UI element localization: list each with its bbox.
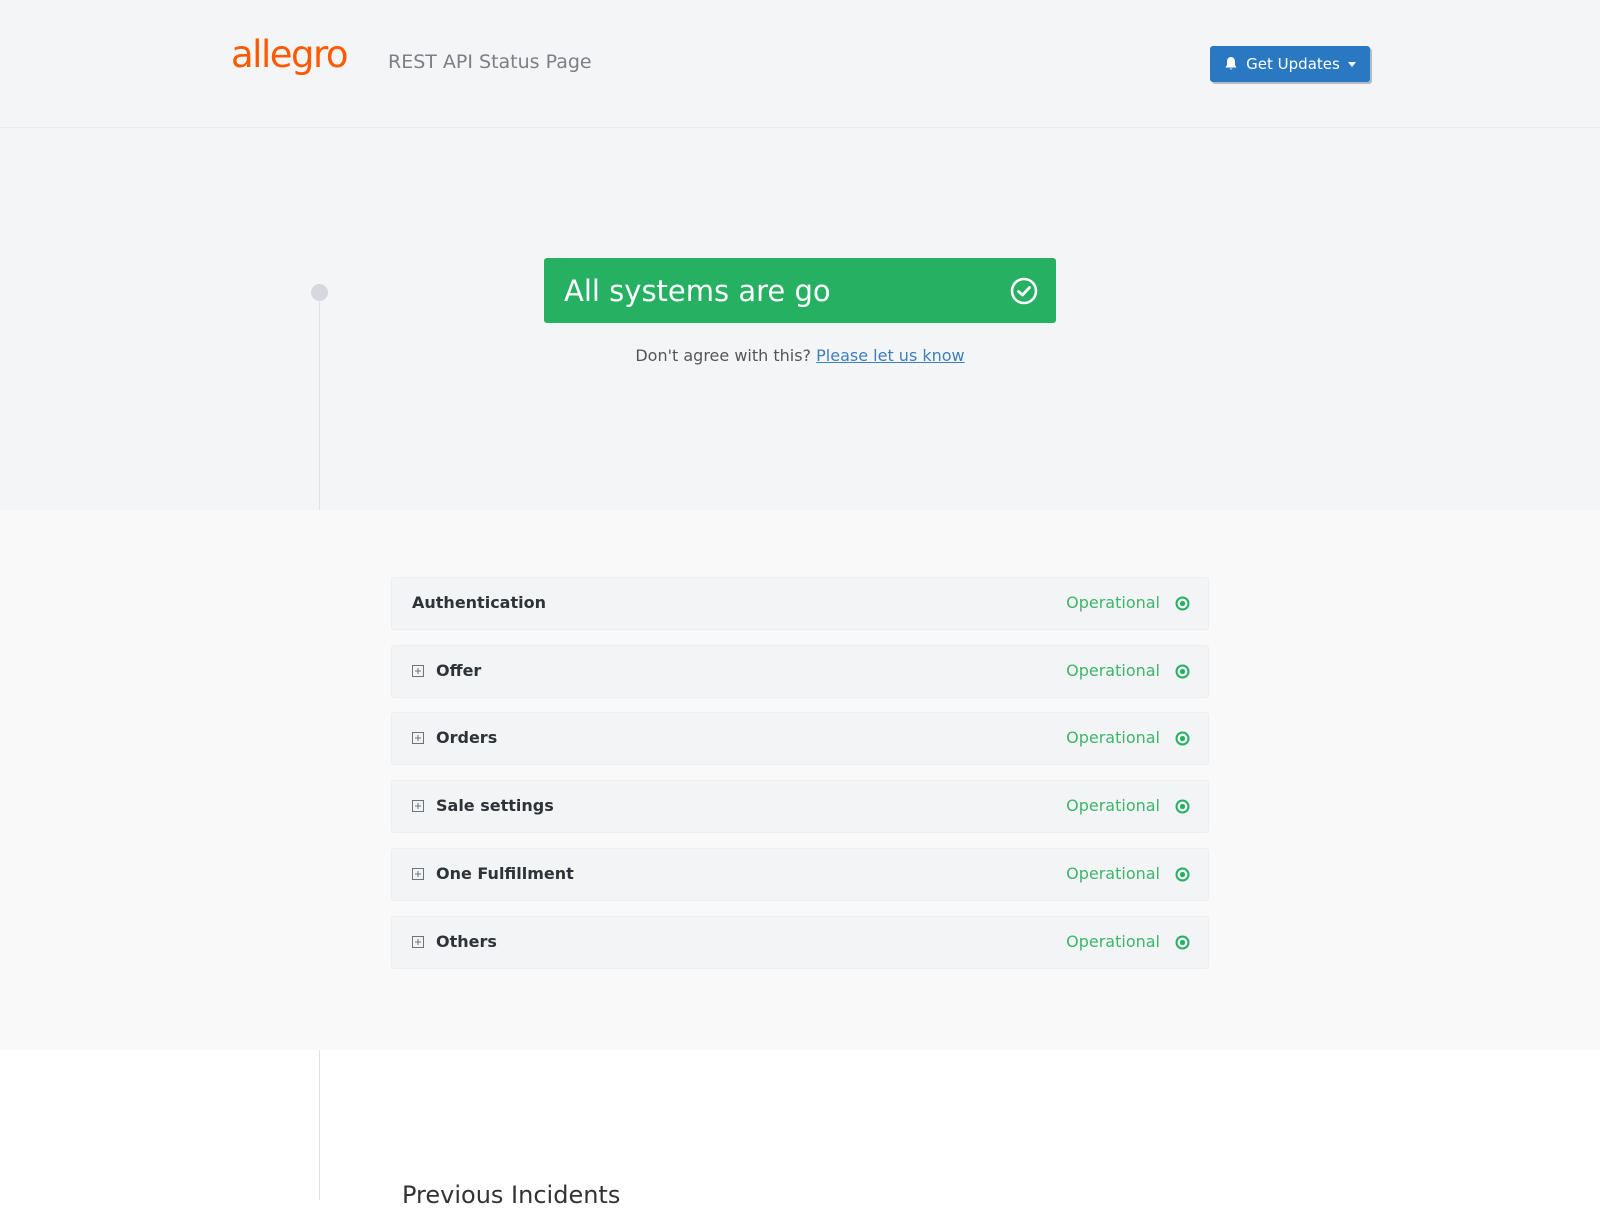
overall-status-text: All systems are go (564, 273, 831, 308)
component-name: One Fulfillment (436, 864, 574, 883)
component-name: Sale settings (436, 796, 554, 815)
expand-icon[interactable] (412, 665, 424, 677)
expand-icon[interactable] (412, 868, 424, 880)
component-row-one-fulfillment[interactable]: One Fulfillment Operational (391, 848, 1209, 901)
operational-status-icon (1175, 867, 1190, 882)
operational-status-icon (1175, 935, 1190, 950)
page-title: REST API Status Page (388, 51, 592, 73)
check-circle-icon (1010, 277, 1038, 305)
disagree-line: Don't agree with this? Please let us kno… (0, 346, 1600, 365)
component-row-orders[interactable]: Orders Operational (391, 712, 1209, 765)
expand-icon[interactable] (412, 800, 424, 812)
caret-down-icon (1347, 61, 1356, 67)
overall-status-banner: All systems are go (544, 258, 1056, 323)
header: allegro REST API Status Page Get Updates (0, 0, 1600, 128)
operational-status-icon (1175, 731, 1190, 746)
component-status: Operational (1066, 796, 1160, 815)
component-row-sale-settings[interactable]: Sale settings Operational (391, 780, 1209, 833)
component-status: Operational (1066, 932, 1160, 951)
operational-status-icon (1175, 799, 1190, 814)
get-updates-button[interactable]: Get Updates (1210, 46, 1370, 82)
component-name: Offer (436, 661, 482, 680)
component-name: Authentication (412, 593, 546, 612)
bell-icon (1225, 57, 1237, 70)
component-status: Operational (1066, 593, 1160, 612)
component-name: Others (436, 932, 497, 951)
component-row-others[interactable]: Others Operational (391, 916, 1209, 969)
disagree-text: Don't agree with this? (635, 346, 812, 365)
component-status: Operational (1066, 661, 1160, 680)
component-row-authentication: Authentication Operational (391, 577, 1209, 630)
expand-icon[interactable] (412, 732, 424, 744)
component-status: Operational (1066, 864, 1160, 883)
component-status: Operational (1066, 728, 1160, 747)
expand-icon[interactable] (412, 936, 424, 948)
component-row-offer[interactable]: Offer Operational (391, 645, 1209, 698)
component-name: Orders (436, 728, 498, 747)
operational-status-icon (1175, 664, 1190, 679)
operational-status-icon (1175, 596, 1190, 611)
get-updates-label: Get Updates (1246, 55, 1340, 73)
previous-incidents-heading: Previous Incidents (402, 1181, 621, 1209)
allegro-logo[interactable]: allegro (231, 36, 349, 73)
report-link[interactable]: Please let us know (816, 346, 965, 365)
timeline-dot (311, 284, 328, 301)
